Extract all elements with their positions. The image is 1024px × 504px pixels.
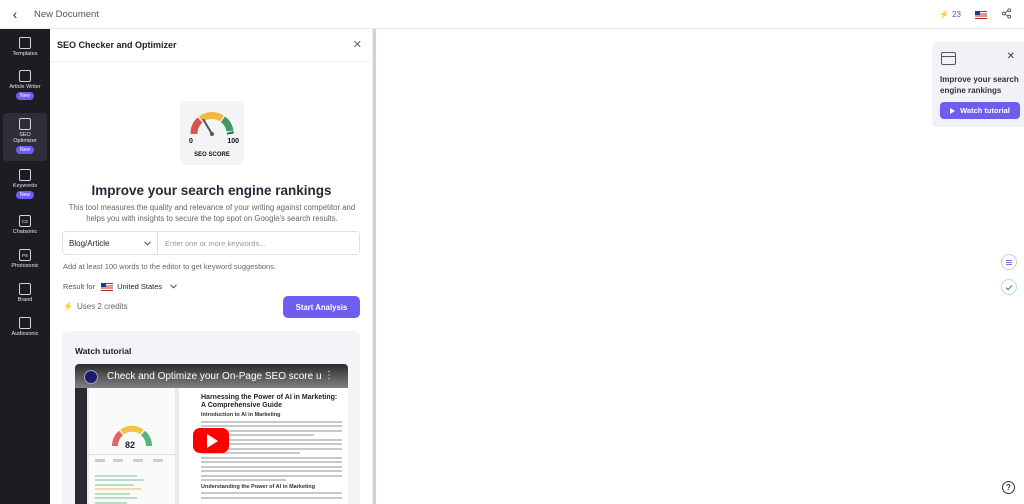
help-icon[interactable]: ? bbox=[1002, 481, 1015, 494]
video-doc-subheading: Understanding the Power of AI in Marketi… bbox=[201, 483, 316, 490]
sidebar-item-audiosonic[interactable]: Audiosonic bbox=[3, 317, 47, 343]
video-title[interactable]: Check and Optimize your On-Page SEO scor… bbox=[107, 371, 322, 382]
back-button[interactable]: ‹ bbox=[2, 0, 28, 29]
new-badge: New bbox=[15, 191, 34, 199]
video-doc-subheading: Introduction to AI in Marketing bbox=[201, 412, 281, 418]
content-type-select[interactable]: Blog/Article bbox=[63, 232, 158, 254]
new-badge: New bbox=[15, 92, 34, 100]
sidebar-item-label: Article Writer bbox=[9, 84, 41, 90]
watch-tutorial-label: Watch tutorial bbox=[960, 106, 1010, 115]
brand-icon bbox=[19, 283, 31, 295]
play-icon bbox=[207, 433, 218, 448]
sidebar-item-label: Keywords bbox=[12, 183, 38, 189]
sidebar-item-label: Brand bbox=[17, 297, 33, 303]
editor-area[interactable] bbox=[376, 29, 1024, 504]
close-icon[interactable]: ✕ bbox=[353, 38, 362, 51]
document-title[interactable]: New Document bbox=[34, 9, 99, 20]
tutorial-title: Watch tutorial bbox=[75, 346, 132, 356]
tutorial-video[interactable]: 82 Harnessing the Power of AI in Marketi… bbox=[75, 364, 348, 504]
panel-title: SEO Checker and Optimizer bbox=[50, 29, 372, 62]
channel-logo-icon bbox=[84, 370, 98, 384]
article-writer-icon bbox=[19, 70, 31, 82]
video-doc-heading: Harnessing the Power of AI in Marketing:… bbox=[201, 394, 338, 409]
gauge-min-label: 0 bbox=[189, 138, 193, 145]
video-score: 82 bbox=[125, 440, 136, 450]
tutorial-tip-card: ✕ Improve your search engine rankings Wa… bbox=[932, 42, 1024, 127]
templates-icon bbox=[19, 37, 31, 49]
top-right-actions: ⚡ 23 bbox=[939, 0, 1012, 29]
sidebar-item-brand[interactable]: Brand bbox=[3, 283, 47, 309]
country-select[interactable]: United States bbox=[101, 282, 177, 291]
us-flag-icon[interactable] bbox=[975, 10, 987, 19]
panel-description: This tool measures the quality and relev… bbox=[68, 203, 356, 223]
credits-note-text: Uses 2 credits bbox=[76, 302, 128, 311]
us-flag-icon bbox=[101, 282, 114, 291]
sidebar-item-seo-optimizer[interactable]: SEO Optimizer New bbox=[3, 113, 47, 161]
share-icon[interactable] bbox=[1001, 8, 1012, 21]
seo-score-card: 0 100 SEO SCORE bbox=[180, 101, 244, 165]
start-analysis-button[interactable]: Start Analysis bbox=[283, 296, 360, 318]
play-icon bbox=[950, 107, 956, 114]
photosonic-icon: PS bbox=[19, 249, 31, 261]
sidebar: Templates Article Writer New SEO Optimiz… bbox=[0, 29, 50, 504]
seo-gauge-icon bbox=[190, 112, 234, 136]
sidebar-item-label: Photosonic bbox=[11, 263, 39, 269]
credits-indicator[interactable]: ⚡ 23 bbox=[939, 10, 961, 19]
seo-optimizer-icon bbox=[19, 118, 31, 130]
sidebar-item-chatsonic[interactable]: CS Chatsonic bbox=[3, 215, 47, 241]
result-for-label: Result for bbox=[63, 282, 96, 291]
gauge-label: SEO SCORE bbox=[194, 152, 230, 158]
keyword-input[interactable] bbox=[158, 232, 359, 254]
video-gauge-icon bbox=[89, 425, 175, 462]
more-vertical-icon[interactable]: ⋮ bbox=[324, 370, 334, 381]
video-panel: 82 bbox=[89, 388, 175, 504]
sidebar-item-label: Templates bbox=[12, 51, 38, 57]
chevron-down-icon bbox=[170, 284, 177, 289]
list-icon[interactable] bbox=[1001, 254, 1017, 270]
credits-count: 23 bbox=[952, 10, 961, 19]
tip-text: Improve your search engine rankings bbox=[940, 75, 1019, 95]
content-type-value: Blog/Article bbox=[69, 238, 110, 248]
sidebar-item-label: SEO Optimizer bbox=[13, 132, 37, 144]
play-button[interactable] bbox=[193, 428, 229, 453]
credits-note: ⚡ Uses 2 credits bbox=[63, 302, 128, 311]
tutorial-card: Watch tutorial 82 Harnessing the Power o… bbox=[62, 331, 360, 504]
check-icon[interactable] bbox=[1001, 279, 1017, 295]
result-for-row: Result for United States bbox=[63, 282, 177, 291]
lightning-icon: ⚡ bbox=[939, 10, 950, 19]
sidebar-item-label: Chatsonic bbox=[12, 229, 38, 235]
video-keyword-list bbox=[95, 472, 165, 504]
country-value: United States bbox=[117, 282, 163, 291]
keyword-hint: Add at least 100 words to the editor to … bbox=[63, 262, 277, 271]
video-title-bar: Check and Optimize your On-Page SEO scor… bbox=[75, 364, 348, 388]
panel-headline: Improve your search engine rankings bbox=[91, 183, 332, 198]
seo-panel: SEO Checker and Optimizer ✕ 0 100 SEO SC… bbox=[50, 29, 373, 504]
keyword-input-row: Blog/Article bbox=[62, 231, 360, 255]
close-icon[interactable]: ✕ bbox=[1007, 51, 1015, 62]
chatsonic-icon: CS bbox=[19, 215, 31, 227]
top-bar: ‹ New Document ⚡ 23 bbox=[0, 0, 1024, 29]
sidebar-item-article-writer[interactable]: Article Writer New bbox=[3, 70, 47, 108]
browser-window-icon bbox=[941, 52, 956, 65]
chevron-down-icon bbox=[144, 240, 151, 246]
new-badge: New bbox=[15, 146, 34, 154]
audiosonic-icon bbox=[19, 317, 31, 329]
lightning-icon: ⚡ bbox=[63, 302, 73, 311]
sidebar-item-templates[interactable]: Templates bbox=[3, 37, 47, 63]
sidebar-item-photosonic[interactable]: PS Photosonic bbox=[3, 249, 47, 275]
keywords-icon bbox=[19, 169, 31, 181]
video-sidebar bbox=[75, 388, 87, 504]
sidebar-item-keywords[interactable]: Keywords New bbox=[3, 169, 47, 205]
gauge-max-label: 100 bbox=[227, 138, 239, 145]
watch-tutorial-button[interactable]: Watch tutorial bbox=[940, 102, 1020, 119]
sidebar-item-label: Audiosonic bbox=[11, 331, 39, 337]
